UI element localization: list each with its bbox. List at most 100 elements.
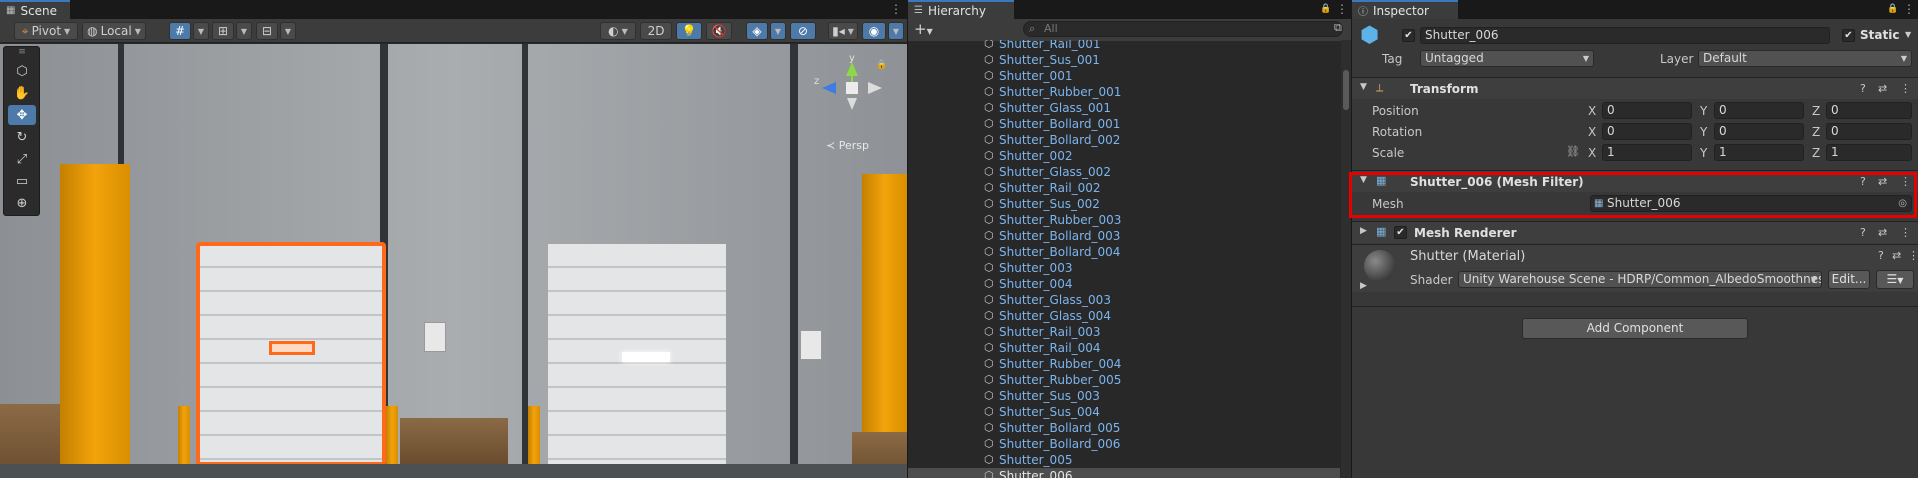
lock-icon[interactable]: 🔒 (1887, 4, 1898, 14)
hierarchy-scrollbar-thumb[interactable] (1343, 70, 1349, 110)
component-menu-icon[interactable]: ⋮ (1900, 82, 1911, 95)
gizmos-toggle[interactable]: ◉ (862, 22, 886, 40)
static-checkbox[interactable]: ✔ (1842, 29, 1855, 42)
gizmos-menu[interactable]: ▼ (888, 22, 904, 40)
hierarchy-item[interactable]: ⬡ Shutter_Sus_003 (908, 388, 1340, 404)
hierarchy-item[interactable]: ⬡ Shutter_Rubber_001 (908, 84, 1340, 100)
help-icon[interactable]: ? (1878, 249, 1884, 262)
preset-icon[interactable]: ⇄ (1878, 82, 1887, 95)
hierarchy-more-icon[interactable]: ⋮ (1336, 2, 1348, 16)
rotation-y-field[interactable]: 0 (1714, 123, 1804, 140)
transform-tool-icon[interactable]: ⊕ (8, 193, 36, 213)
chevron-down-icon[interactable]: ▼ (1905, 30, 1911, 39)
hierarchy-item[interactable]: ⬡ Shutter_Glass_004 (908, 308, 1340, 324)
hierarchy-item[interactable]: ⬡ Shutter_002 (908, 148, 1340, 164)
mesh-renderer-header[interactable]: ▶ ▦ ✔ Mesh Renderer ? ⇄ ⋮ (1352, 221, 1918, 243)
hand-tool-icon[interactable]: ✋ (8, 83, 36, 103)
rotate-tool-icon[interactable]: ↻ (8, 127, 36, 147)
hierarchy-item[interactable]: ⬡ Shutter_Bollard_005 (908, 420, 1340, 436)
transform-header[interactable]: ▼ ⟂ Transform ? ⇄ ⋮ (1352, 77, 1918, 99)
material-preview-sphere[interactable] (1364, 250, 1396, 282)
scale-y-field[interactable]: 1 (1714, 144, 1804, 161)
help-icon[interactable]: ? (1860, 82, 1866, 95)
lock-icon[interactable]: 🔒 (1320, 4, 1331, 14)
hierarchy-item[interactable]: ⬡ Shutter_Rubber_004 (908, 356, 1340, 372)
hierarchy-item[interactable]: ⬡ Shutter_Rail_001 (908, 40, 1340, 52)
foldout-arrow-collapsed-icon[interactable]: ▶ (1360, 281, 1367, 291)
grid-snap-menu[interactable]: ▼ (193, 22, 209, 40)
gizmo-neg-y-cone[interactable] (847, 98, 857, 110)
hierarchy-item[interactable]: ⬡ Shutter_Glass_002 (908, 164, 1340, 180)
layer-dropdown[interactable]: Default ▼ (1698, 50, 1912, 67)
gameobject-cube-icon[interactable]: ⬢ (1360, 24, 1382, 50)
hierarchy-item[interactable]: ⬡ Shutter_Rubber_005 (908, 372, 1340, 388)
view-cube-icon[interactable]: ⬡ (8, 61, 36, 81)
scale-x-field[interactable]: 1 (1602, 144, 1692, 161)
preset-icon[interactable]: ⇄ (1892, 249, 1901, 262)
scale-z-field[interactable]: 1 (1826, 144, 1912, 161)
hierarchy-item[interactable]: ⬡ Shutter_005 (908, 452, 1340, 468)
lighting-toggle[interactable]: 💡 (676, 22, 702, 40)
drag-handle-icon[interactable]: ≡ (8, 47, 36, 57)
effects-menu[interactable]: ▼ (770, 22, 786, 40)
hierarchy-item[interactable]: ⬡ Shutter_Rail_002 (908, 180, 1340, 196)
hierarchy-item[interactable]: ⬡ Shutter_Rail_003 (908, 324, 1340, 340)
add-component-button[interactable]: Add Component (1522, 318, 1748, 339)
pivot-dropdown[interactable]: ⌖ Pivot ▼ (14, 22, 78, 40)
hierarchy-item[interactable]: ⬡ Shutter_Sus_001 (908, 52, 1340, 68)
tab-scene[interactable]: ▦ Scene (0, 0, 70, 19)
shader-options-button[interactable]: ☰▼ (1876, 270, 1914, 289)
hierarchy-item[interactable]: ⬡ Shutter_Rail_004 (908, 340, 1340, 356)
hierarchy-item[interactable]: ⬡ Shutter_Bollard_003 (908, 228, 1340, 244)
hierarchy-item[interactable]: ⬡ Shutter_Rubber_003 (908, 212, 1340, 228)
scene-visibility-icon[interactable]: ⧉ (1334, 21, 1342, 35)
local-dropdown[interactable]: ◍ Local ▼ (82, 22, 146, 40)
lock-icon[interactable]: 🔒 (876, 60, 887, 70)
hierarchy-item[interactable]: ⬡ Shutter_003 (908, 260, 1340, 276)
tab-hierarchy[interactable]: ☰ Hierarchy (908, 0, 1014, 19)
increment-snap-button[interactable]: ⊟ (256, 22, 278, 40)
position-x-field[interactable]: 0 (1602, 102, 1692, 119)
rect-tool-icon[interactable]: ▭ (8, 171, 36, 191)
draw-mode-dropdown[interactable]: ◐ ▼ (600, 22, 636, 40)
add-button[interactable]: +▼ (914, 20, 933, 38)
position-z-field[interactable]: 0 (1826, 102, 1912, 119)
hierarchy-item[interactable]: ⬡ Shutter_Bollard_006 (908, 436, 1340, 452)
gizmo-center[interactable] (846, 82, 858, 94)
tag-dropdown[interactable]: Untagged ▼ (1420, 50, 1594, 67)
hidden-objects-toggle[interactable]: ⊘ (790, 22, 816, 40)
move-tool-icon[interactable]: ✥ (8, 105, 36, 125)
active-checkbox[interactable]: ✔ (1402, 29, 1415, 42)
component-menu-icon[interactable]: ⋮ (1900, 226, 1911, 239)
hierarchy-item[interactable]: ⬡ Shutter_Bollard_004 (908, 244, 1340, 260)
hierarchy-search-input[interactable]: ⌕ All (1023, 21, 1343, 37)
increment-snap-menu[interactable]: ▼ (280, 22, 296, 40)
camera-dropdown[interactable]: ▮◂ ▼ (828, 22, 858, 40)
foldout-arrow-icon[interactable]: ▼ (1360, 82, 1367, 92)
object-name-field[interactable]: Shutter_006 (1420, 27, 1830, 44)
hierarchy-item[interactable]: ⬡ Shutter_Sus_004 (908, 404, 1340, 420)
rotation-z-field[interactable]: 0 (1826, 123, 1912, 140)
hierarchy-item[interactable]: ⬡ Shutter_Glass_003 (908, 292, 1340, 308)
mode-2d-toggle[interactable]: 2D (640, 22, 672, 40)
shader-edit-button[interactable]: Edit... (1828, 270, 1870, 289)
grid-visibility-menu[interactable]: ▼ (236, 22, 252, 40)
component-menu-icon[interactable]: ⋮ (1908, 249, 1918, 262)
tab-inspector[interactable]: ⓘ Inspector (1352, 0, 1458, 19)
scene-more-icon[interactable]: ⋮ (890, 2, 902, 16)
shader-dropdown[interactable]: Unity Warehouse Scene - HDRP/Common_Albe… (1458, 271, 1822, 288)
hierarchy-item[interactable]: ⬡ Shutter_Bollard_002 (908, 132, 1340, 148)
rotation-x-field[interactable]: 0 (1602, 123, 1692, 140)
hierarchy-item[interactable]: ⬡ Shutter_Bollard_001 (908, 116, 1340, 132)
scene-viewport[interactable]: y z ≺ Persp 🔒 (0, 44, 907, 478)
help-icon[interactable]: ? (1860, 226, 1866, 239)
mesh-renderer-enabled-checkbox[interactable]: ✔ (1394, 226, 1407, 239)
foldout-arrow-collapsed-icon[interactable]: ▶ (1360, 226, 1367, 236)
hierarchy-item[interactable]: ⬡ Shutter_Sus_002 (908, 196, 1340, 212)
hierarchy-item[interactable]: ⬡ Shutter_004 (908, 276, 1340, 292)
inspector-more-icon[interactable]: ⋮ (1903, 2, 1915, 16)
hierarchy-item[interactable]: ⬡ Shutter_Glass_001 (908, 100, 1340, 116)
persp-label[interactable]: ≺ Persp (826, 139, 869, 152)
scale-tool-icon[interactable]: ⤢ (8, 149, 36, 169)
gizmo-y-cone[interactable] (846, 62, 858, 76)
